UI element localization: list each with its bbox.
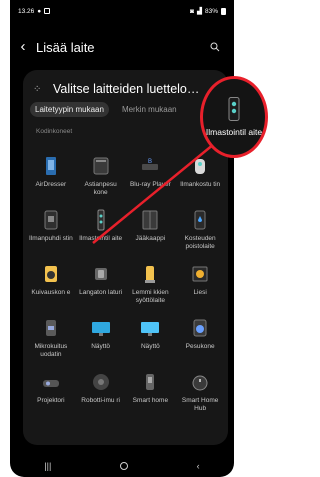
app-header: ‹ Lisää laite	[10, 36, 234, 58]
fridge-icon	[142, 210, 158, 230]
device-label: Näyttö	[140, 343, 160, 350]
device-item[interactable]: Smart Home Hub	[176, 370, 224, 416]
device-item[interactable]: Jääkaappi	[127, 208, 175, 254]
device-label: Smart home	[132, 397, 169, 404]
signal-icon: ▟	[196, 8, 202, 15]
tab-by-type[interactable]: Laitetyypin mukaan	[30, 101, 109, 117]
device-label: Langaton laturi	[79, 289, 123, 296]
zoom-label: Ilmastointil aite	[205, 127, 263, 137]
svg-text:B: B	[148, 159, 152, 165]
device-label: Ilmankostu tin	[180, 181, 221, 188]
device-item[interactable]: Mikrokuitus uodatin	[27, 316, 75, 362]
stove-icon	[192, 266, 208, 282]
device-label: AirDresser	[35, 181, 67, 188]
microfiber-filter-icon	[45, 320, 56, 336]
air-conditioner-icon	[228, 97, 240, 121]
device-item[interactable]: Ilmankostu tin	[176, 154, 224, 200]
monitor-icon	[91, 322, 110, 336]
phone-screen: 13.26 ● ◙ ▟ 83% ‹ Lisää laite ⁘ Valitse …	[10, 0, 234, 477]
recent-apps-button[interactable]: |||	[44, 461, 51, 471]
device-item[interactable]: Robotti-imu ri	[77, 370, 125, 416]
airdresser-icon	[45, 157, 56, 175]
device-label: Mikrokuitus uodatin	[34, 343, 68, 358]
device-item[interactable]: Kuivauskon e	[27, 262, 75, 308]
device-label: Robotti-imu ri	[81, 397, 120, 404]
chevron-left-icon: ‹	[20, 38, 26, 55]
device-label: Liesi	[193, 289, 207, 296]
smart-home-hub-icon	[192, 375, 208, 391]
smart-home-icon	[146, 374, 155, 390]
page-title: Lisää laite	[36, 39, 95, 55]
zoom-callout: Ilmastointil aite	[200, 76, 268, 158]
dryer-icon	[44, 266, 57, 282]
robot-vacuum-icon	[92, 374, 109, 390]
search-button[interactable]	[204, 36, 226, 58]
chat-icon: ●	[37, 7, 42, 15]
status-time: 13.26	[18, 7, 35, 15]
device-label: Astianpesu kone	[84, 181, 117, 196]
pet-feeder-icon	[145, 266, 156, 283]
grid-icon: ⁘	[33, 83, 42, 95]
device-label: Blu-ray Player	[129, 181, 171, 188]
device-item[interactable]: Smart home	[127, 370, 175, 416]
device-label: Lemmi kkien syöttölaite	[132, 289, 169, 304]
back-button[interactable]: ‹	[10, 36, 36, 58]
battery-icon	[221, 7, 226, 15]
gallery-icon	[44, 8, 51, 14]
mute-icon: ◙	[190, 7, 194, 15]
washer-icon	[193, 319, 207, 337]
device-item[interactable]: Lemmi kkien syöttölaite	[127, 262, 175, 308]
device-item[interactable]: Ilmanpuhdi stin	[27, 208, 75, 254]
device-label: Projektori	[37, 397, 65, 404]
home-button[interactable]	[120, 462, 128, 470]
device-label: Kuivauskon e	[31, 289, 71, 296]
wireless-charger-icon	[94, 268, 107, 280]
projector-icon	[42, 380, 59, 387]
device-item[interactable]: Näyttö	[77, 316, 125, 362]
device-item[interactable]: Langaton laturi	[77, 262, 125, 308]
zoom-circle: Ilmastointil aite	[200, 76, 268, 158]
navigation-bar: ||| ‹	[10, 455, 234, 477]
air-purifier-icon	[44, 210, 58, 230]
device-label: Kosteuden poistolaite	[184, 235, 216, 250]
tab-bar: Laitetyypin mukaan Merkin mukaan	[30, 100, 228, 118]
list-selector-label: Valitse laitteiden luettelo…	[53, 82, 200, 96]
air-conditioner-icon	[97, 209, 105, 231]
search-icon	[210, 42, 220, 52]
device-label: Smart Home Hub	[181, 397, 219, 412]
bluray-icon: B	[142, 159, 159, 170]
back-nav-button[interactable]: ‹	[197, 461, 200, 471]
device-grid: AirDresser Astianpesu kone B Blu-ray Player…	[27, 154, 224, 416]
device-label: Jääkaappi	[135, 235, 166, 242]
device-item[interactable]: Pesukone	[176, 316, 224, 362]
display-icon	[141, 322, 160, 336]
dehumidifier-icon	[194, 210, 206, 230]
section-header: Kodinkoneet	[36, 128, 73, 135]
device-label: Pesukone	[185, 343, 215, 350]
device-label: Ilmanpuhdi stin	[29, 235, 73, 242]
device-list-card: ⁘ Valitse laitteiden luettelo… Laitetyyp…	[23, 70, 228, 445]
device-item[interactable]: Astianpesu kone	[77, 154, 125, 200]
device-item[interactable]: Kosteuden poistolaite	[176, 208, 224, 254]
device-item[interactable]: AirDresser	[27, 154, 75, 200]
device-item[interactable]: B Blu-ray Player	[127, 154, 175, 200]
device-label: Ilmastointil aite	[79, 235, 123, 242]
status-bar: 13.26 ● ◙ ▟ 83%	[10, 0, 234, 22]
battery-text: 83%	[204, 7, 218, 15]
list-selector[interactable]: ⁘ Valitse laitteiden luettelo…	[33, 78, 228, 100]
tab-by-brand[interactable]: Merkin mukaan	[117, 102, 182, 117]
device-item[interactable]: Ilmastointil aite	[77, 208, 125, 254]
device-item[interactable]: Projektori	[27, 370, 75, 416]
dishwasher-icon	[93, 157, 109, 175]
device-item[interactable]: Liesi	[176, 262, 224, 308]
device-label: Näyttö	[91, 343, 111, 350]
device-item[interactable]: Näyttö	[127, 316, 175, 362]
